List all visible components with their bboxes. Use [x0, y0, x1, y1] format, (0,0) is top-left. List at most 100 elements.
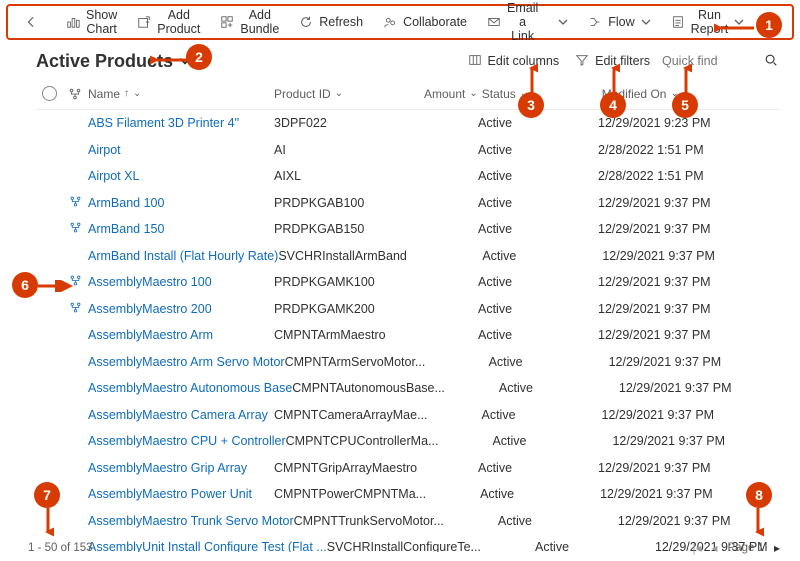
- row-name-link[interactable]: AssemblyMaestro Camera Array: [88, 408, 268, 422]
- add-product-label: Add Product: [157, 8, 200, 36]
- table-row[interactable]: Airpot XLAIXLActive2/28/2022 1:51 PM: [36, 163, 780, 190]
- table-row[interactable]: ArmBand Install (Flat Hourly Rate)SVCHRI…: [36, 243, 780, 270]
- table-row[interactable]: AssemblyMaestro Camera ArrayCMPNTCameraA…: [36, 402, 780, 429]
- columns-icon: [468, 53, 482, 70]
- row-modified: 12/29/2021 9:37 PM: [609, 355, 722, 369]
- collaborate-button[interactable]: Collaborate: [375, 8, 475, 36]
- add-product-button[interactable]: Add Product: [129, 8, 208, 36]
- arrow-8: [752, 508, 764, 538]
- first-page-button[interactable]: |◂: [692, 541, 701, 555]
- next-page-button[interactable]: ▸: [774, 541, 780, 555]
- search-input[interactable]: [662, 54, 752, 68]
- hierarchy-icon: [69, 221, 82, 237]
- email-link-button[interactable]: Email a Link: [479, 8, 546, 36]
- col-amount-header[interactable]: Amount ⌄: [424, 87, 478, 101]
- row-modified: 12/29/2021 9:37 PM: [602, 249, 715, 263]
- prev-page-button[interactable]: ◂: [711, 541, 717, 555]
- add-product-icon: [137, 15, 151, 29]
- email-link-split-button[interactable]: [558, 8, 568, 36]
- email-icon: [487, 15, 501, 29]
- row-status: Active: [478, 222, 512, 236]
- callout-2: 2: [186, 44, 212, 70]
- row-modified: 12/29/2021 9:37 PM: [598, 222, 711, 236]
- add-bundle-button[interactable]: Add Bundle: [212, 8, 287, 36]
- edit-columns-label: Edit columns: [488, 54, 560, 68]
- table-row[interactable]: AssemblyMaestro Grip ArrayCMPNTGripArray…: [36, 455, 780, 482]
- report-icon: [671, 15, 685, 29]
- arrow-3: [526, 62, 538, 94]
- row-product-id: PRDPKGAMK200: [274, 302, 375, 316]
- row-product-id: PRDPKGAB100: [274, 196, 364, 210]
- hierarchy-icon-cell[interactable]: [62, 195, 88, 211]
- table-row[interactable]: AssemblyMaestro CPU + ControllerCMPNTCPU…: [36, 428, 780, 455]
- row-status: Active: [498, 514, 532, 528]
- row-name-link[interactable]: ArmBand 150: [88, 222, 164, 236]
- row-name-link[interactable]: AssemblyMaestro 100: [88, 275, 212, 289]
- col-product-id-header[interactable]: Product ID ⌄: [274, 87, 424, 101]
- col-product-id-label: Product ID: [274, 87, 331, 101]
- col-name-header[interactable]: Name ↑ ⌄: [88, 87, 274, 101]
- row-name-link[interactable]: Airpot: [88, 143, 121, 157]
- row-modified: 12/29/2021 9:37 PM: [618, 514, 731, 528]
- row-modified: 12/29/2021 9:37 PM: [598, 328, 711, 342]
- callout-8: 8: [746, 482, 772, 508]
- chevron-down-icon: ⌄: [335, 88, 343, 99]
- email-link-label: Email a Link: [507, 1, 538, 43]
- search-icon[interactable]: [764, 53, 778, 70]
- show-chart-button[interactable]: Show Chart: [58, 8, 125, 36]
- row-modified: 2/28/2022 1:51 PM: [598, 169, 704, 183]
- row-modified: 12/29/2021 9:37 PM: [600, 487, 713, 501]
- page-label: Page 1: [728, 542, 764, 554]
- row-status: Active: [478, 196, 512, 210]
- row-name-link[interactable]: AssemblyMaestro Autonomous Base: [88, 381, 292, 395]
- collaborate-label: Collaborate: [403, 15, 467, 29]
- row-name-link[interactable]: AssemblyMaestro 200: [88, 302, 212, 316]
- row-status: Active: [482, 249, 516, 263]
- row-product-id: CMPNTPowerCMPNTMa...: [274, 487, 426, 501]
- hierarchy-icon: [69, 195, 82, 211]
- arrow-6: [38, 280, 76, 292]
- row-name-link[interactable]: AssemblyMaestro CPU + Controller: [88, 434, 286, 448]
- table-row[interactable]: AssemblyMaestro ArmCMPNTArmMaestroActive…: [36, 322, 780, 349]
- flow-label: Flow: [608, 15, 634, 29]
- table-row[interactable]: AirpotAIActive2/28/2022 1:51 PM: [36, 137, 780, 164]
- row-product-id: CMPNTArmMaestro: [274, 328, 386, 342]
- table-row[interactable]: AssemblyMaestro Autonomous BaseCMPNTAuto…: [36, 375, 780, 402]
- table-row[interactable]: AssemblyMaestro Power Unit CMPNTPowerCMPN…: [36, 481, 780, 508]
- row-status: Active: [480, 487, 514, 501]
- back-button[interactable]: [16, 8, 46, 36]
- row-name-link[interactable]: Airpot XL: [88, 169, 139, 183]
- row-name-link[interactable]: AssemblyMaestro Arm: [88, 328, 213, 342]
- select-all[interactable]: [36, 86, 62, 101]
- row-name-link[interactable]: ABS Filament 3D Printer 4": [88, 116, 239, 130]
- table-row[interactable]: ABS Filament 3D Printer 4"3DPF022Active1…: [36, 110, 780, 137]
- row-name-link[interactable]: AssemblyMaestro Arm Servo Motor: [88, 355, 285, 369]
- table-row[interactable]: AssemblyMaestro Trunk Servo MotorCMPNTTr…: [36, 508, 780, 535]
- hierarchy-icon-cell[interactable]: [62, 301, 88, 317]
- row-status: Active: [489, 355, 523, 369]
- refresh-label: Refresh: [319, 15, 363, 29]
- row-product-id: CMPNTAutonomousBase...: [292, 381, 445, 395]
- row-name-link[interactable]: ArmBand 100: [88, 196, 164, 210]
- table-row[interactable]: ArmBand 100PRDPKGAB100Active12/29/2021 9…: [36, 190, 780, 217]
- callout-6: 6: [12, 272, 38, 298]
- refresh-button[interactable]: Refresh: [291, 8, 371, 36]
- chart-icon: [66, 15, 80, 29]
- row-status: Active: [478, 116, 512, 130]
- table-row[interactable]: ArmBand 150PRDPKGAB150Active12/29/2021 9…: [36, 216, 780, 243]
- table-row[interactable]: AssemblyMaestro 200PRDPKGAMK200Active12/…: [36, 296, 780, 323]
- hierarchy-icon-cell[interactable]: [62, 221, 88, 237]
- row-name-link[interactable]: AssemblyMaestro Trunk Servo Motor: [88, 514, 294, 528]
- edit-columns-button[interactable]: Edit columns: [460, 49, 568, 74]
- row-name-link[interactable]: AssemblyMaestro Grip Array: [88, 461, 247, 475]
- row-name-link[interactable]: AssemblyMaestro Power Unit: [88, 487, 252, 501]
- row-product-id: AIXL: [274, 169, 301, 183]
- table-row[interactable]: AssemblyMaestro Arm Servo MotorCMPNTArmS…: [36, 349, 780, 376]
- row-product-id: CMPNTArmServoMotor...: [285, 355, 426, 369]
- flow-button[interactable]: Flow: [580, 8, 658, 36]
- row-product-id: PRDPKGAMK100: [274, 275, 375, 289]
- row-modified: 12/29/2021 9:37 PM: [612, 434, 725, 448]
- table-row[interactable]: AssemblyMaestro 100PRDPKGAMK100Active12/…: [36, 269, 780, 296]
- arrow-7: [42, 508, 54, 538]
- row-name-link[interactable]: ArmBand Install (Flat Hourly Rate): [88, 249, 278, 263]
